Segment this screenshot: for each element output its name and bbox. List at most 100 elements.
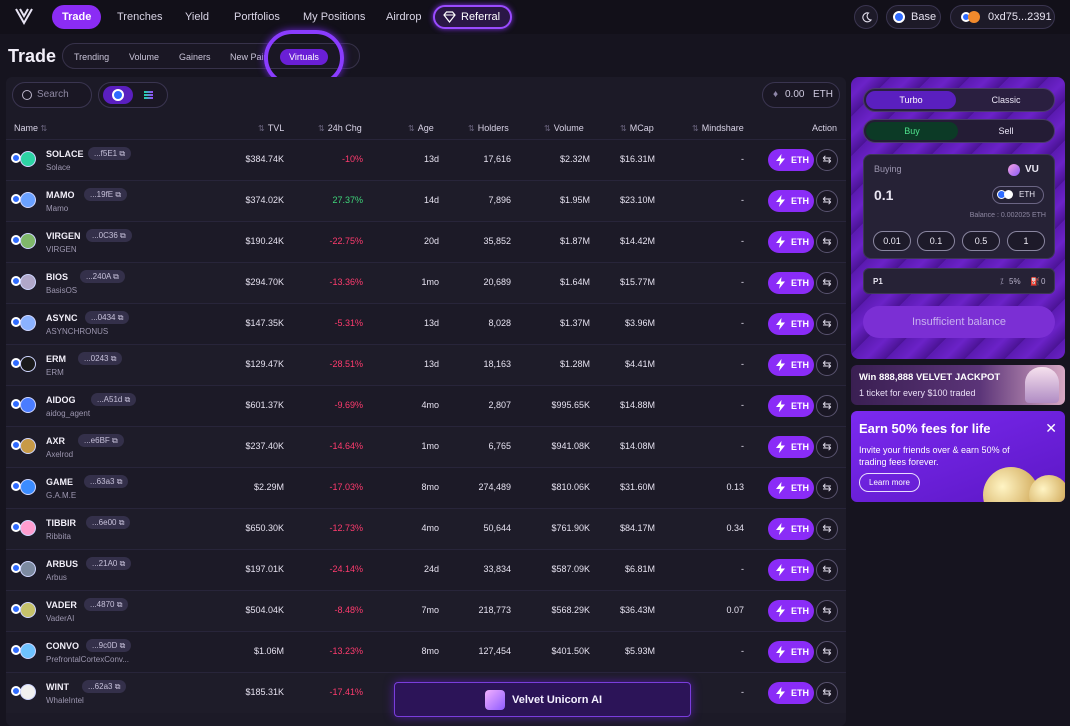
contract-address-chip[interactable]: ...9c0D ⧉ <box>86 639 132 652</box>
nav-portfolios[interactable]: Portfolios <box>224 5 290 29</box>
col-volume[interactable]: ⇅ Volume <box>544 123 584 133</box>
token-symbol[interactable]: TIBBIR <box>46 518 76 528</box>
contract-address-chip[interactable]: ...0C36 ⧉ <box>86 229 132 242</box>
token-symbol[interactable]: BIOS <box>46 272 68 282</box>
quick-buy-eth-button[interactable]: ETH <box>768 149 814 171</box>
solana-icon[interactable] <box>144 91 153 100</box>
swap-icon[interactable]: ⇆ <box>816 149 838 171</box>
tab-new-pairs[interactable]: New Pairs <box>230 49 268 65</box>
side-buy[interactable]: Buy <box>866 122 958 140</box>
table-row[interactable]: VADER ...4870 ⧉ VaderAI $504.04K -8.48% 7mo 21… <box>6 590 846 631</box>
mode-classic[interactable]: Classic <box>960 91 1052 109</box>
col-holders[interactable]: ⇅ Holders <box>468 123 509 133</box>
token-symbol[interactable]: CONVO <box>46 641 79 651</box>
table-row[interactable]: ARBUS ...21A0 ⧉ Arbus $197.01K -24.14% 24d 33,… <box>6 549 846 590</box>
nav-referral[interactable]: Referral <box>433 5 513 29</box>
tab-trending[interactable]: Trending <box>74 49 109 65</box>
contract-address-chip[interactable]: ...21A0 ⧉ <box>86 557 132 570</box>
contract-address-chip[interactable]: ...62a3 ⧉ <box>82 680 127 693</box>
learn-more-button[interactable]: Learn more <box>859 473 920 492</box>
velvet-unicorn-ai-button[interactable]: Velvet Unicorn AI <box>394 682 691 717</box>
quick-buy-eth-button[interactable]: ETH <box>768 354 814 376</box>
eth-balance-pill[interactable]: ♦ 0.00 ETH <box>762 82 840 108</box>
table-row[interactable]: CONVO ...9c0D ⧉ PrefrontalCortexConv... $1.… <box>6 631 846 672</box>
tab-volume[interactable]: Volume <box>129 49 159 65</box>
quick-buy-eth-button[interactable]: ETH <box>768 190 814 212</box>
swap-icon[interactable]: ⇆ <box>816 395 838 417</box>
contract-address-chip[interactable]: ...A51d ⧉ <box>91 393 137 406</box>
token-symbol[interactable]: MAMO <box>46 190 75 200</box>
contract-address-chip[interactable]: ...0243 ⧉ <box>78 352 123 365</box>
mode-turbo[interactable]: Turbo <box>866 91 956 109</box>
col-24h-chg[interactable]: ⇅ 24h Chg <box>318 123 362 133</box>
col-age[interactable]: ⇅ Age <box>408 123 434 133</box>
table-row[interactable]: VIRGEN ...0C36 ⧉ VIRGEN $190.24K -22.75% 20d 3… <box>6 221 846 262</box>
swap-icon[interactable]: ⇆ <box>816 354 838 376</box>
token-symbol[interactable]: WINT <box>46 682 69 692</box>
token-symbol[interactable]: VADER <box>46 600 77 610</box>
contract-address-chip[interactable]: ...19fE ⧉ <box>84 188 128 201</box>
contract-address-chip[interactable]: ...0434 ⧉ <box>85 311 130 324</box>
quick-buy-eth-button[interactable]: ETH <box>768 682 814 704</box>
nav-airdrop[interactable]: Airdrop <box>376 5 431 29</box>
tab-gainers[interactable]: Gainers <box>179 49 211 65</box>
quick-buy-eth-button[interactable]: ETH <box>768 272 814 294</box>
table-row[interactable]: ASYNC ...0434 ⧉ ASYNCHRONUS $147.35K -5.31% 1… <box>6 303 846 344</box>
quick-amount-1[interactable]: 1 <box>1007 231 1045 251</box>
token-symbol[interactable]: GAME <box>46 477 73 487</box>
swap-icon[interactable]: ⇆ <box>816 272 838 294</box>
token-symbol[interactable]: AXR <box>46 436 65 446</box>
close-icon[interactable]: ✕ <box>1045 420 1057 437</box>
chain-base-option[interactable] <box>103 86 133 104</box>
quick-buy-eth-button[interactable]: ETH <box>768 600 814 622</box>
contract-address-chip[interactable]: ...4870 ⧉ <box>84 598 129 611</box>
pay-token-selector[interactable]: ETH <box>992 186 1044 204</box>
token-symbol[interactable]: ERM <box>46 354 66 364</box>
network-selector[interactable]: Base <box>886 5 941 29</box>
col-name[interactable]: Name ⇅ <box>14 123 50 133</box>
quick-amount-0-1[interactable]: 0.1 <box>917 231 955 251</box>
quick-amount-0-01[interactable]: 0.01 <box>873 231 911 251</box>
col-mcap[interactable]: ⇅ MCap <box>620 123 654 133</box>
table-row[interactable]: MAMO ...19fE ⧉ Mamo $374.02K 27.37% 14d 7,896 $… <box>6 180 846 221</box>
quick-buy-eth-button[interactable]: ETH <box>768 518 814 540</box>
jackpot-banner[interactable]: Win 888,888 VELVET JACKPOT 1 ticket for … <box>851 365 1065 405</box>
token-symbol[interactable]: ARBUS <box>46 559 78 569</box>
amount-input[interactable]: 0.1 <box>874 187 893 203</box>
quick-buy-eth-button[interactable]: ETH <box>768 231 814 253</box>
chain-filter-toggle[interactable] <box>98 82 168 108</box>
swap-icon[interactable]: ⇆ <box>816 436 838 458</box>
nav-my-positions[interactable]: My Positions <box>293 5 375 29</box>
quick-buy-eth-button[interactable]: ETH <box>768 313 814 335</box>
contract-address-chip[interactable]: ...240A ⧉ <box>80 270 125 283</box>
swap-icon[interactable]: ⇆ <box>816 682 838 704</box>
wallet-button[interactable]: 0xd75...2391 <box>950 5 1055 29</box>
quick-amount-0-5[interactable]: 0.5 <box>962 231 1000 251</box>
quick-buy-eth-button[interactable]: ETH <box>768 641 814 663</box>
nav-trenches[interactable]: Trenches <box>107 5 172 29</box>
swap-icon[interactable]: ⇆ <box>816 313 838 335</box>
nav-trade[interactable]: Trade <box>52 5 102 29</box>
table-row[interactable]: AXR ...e6BF ⧉ Axelrod $237.40K -14.64% 1mo 6,7… <box>6 426 846 467</box>
contract-address-chip[interactable]: ...e6BF ⧉ <box>78 434 124 447</box>
quick-buy-eth-button[interactable]: ETH <box>768 436 814 458</box>
search-input[interactable]: Search <box>12 82 92 108</box>
swap-icon[interactable]: ⇆ <box>816 600 838 622</box>
table-row[interactable]: BIOS ...240A ⧉ BasisOS $294.70K -13.36% 1mo 20… <box>6 262 846 303</box>
token-symbol[interactable]: VIRGEN <box>46 231 81 241</box>
nav-yield[interactable]: Yield <box>175 5 219 29</box>
quick-buy-eth-button[interactable]: ETH <box>768 559 814 581</box>
token-symbol[interactable]: SOLACE <box>46 149 84 159</box>
table-row[interactable]: TIBBIR ...6e00 ⧉ Ribbita $650.30K -12.73% 4mo… <box>6 508 846 549</box>
swap-icon[interactable]: ⇆ <box>816 477 838 499</box>
col-tvl[interactable]: ⇅ TVL <box>258 123 284 133</box>
side-sell[interactable]: Sell <box>960 122 1052 140</box>
contract-address-chip[interactable]: ...f5E1 ⧉ <box>88 147 132 160</box>
swap-icon[interactable]: ⇆ <box>816 559 838 581</box>
preset-settings[interactable]: P1 ⁒ 5% ⛽ 0 <box>863 268 1055 294</box>
theme-toggle[interactable] <box>854 5 878 29</box>
swap-icon[interactable]: ⇆ <box>816 641 838 663</box>
table-row[interactable]: SOLACE ...f5E1 ⧉ Solace $384.74K -10% 13d 17,6… <box>6 139 846 180</box>
table-row[interactable]: AIDOG ...A51d ⧉ aidog_agent $601.37K -9.69% 4… <box>6 385 846 426</box>
col-mindshare[interactable]: ⇅ Mindshare <box>692 123 744 133</box>
